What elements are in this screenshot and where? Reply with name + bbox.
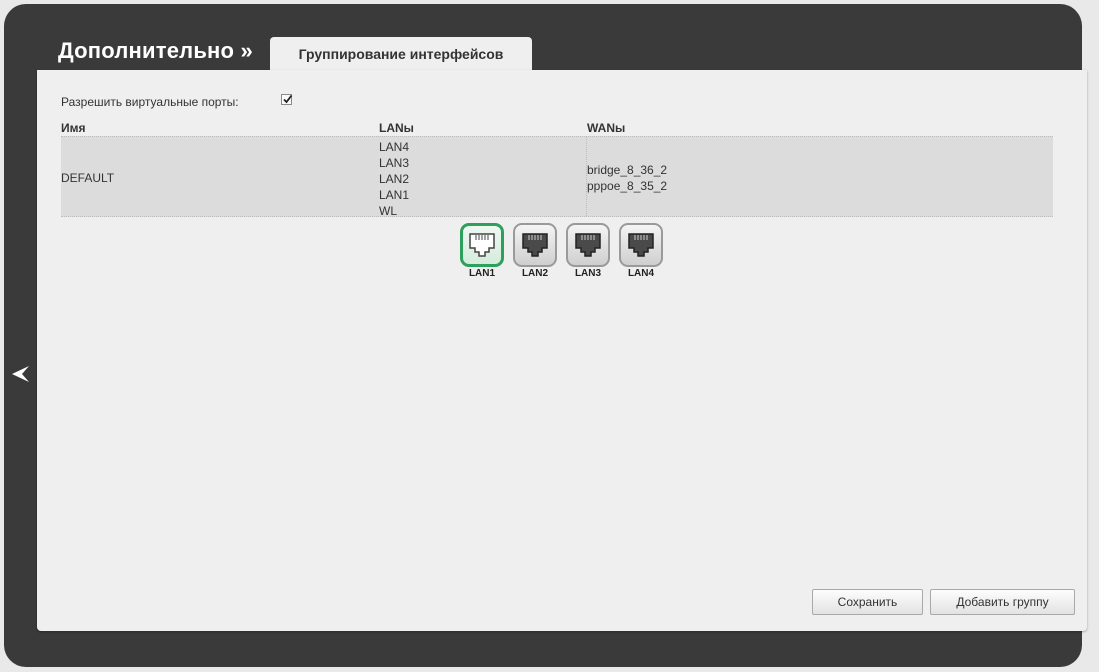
ethernet-port-icon [522, 233, 548, 257]
port-lan4[interactable]: LAN4 [617, 223, 670, 281]
table-row[interactable]: DEFAULT LAN4 LAN3 LAN2 LAN1 WL bridge_8_… [61, 136, 1053, 219]
table-header: Имя LANы WANы [61, 121, 1053, 136]
port-lan2[interactable]: LAN2 [511, 223, 564, 281]
ethernet-port-icon [469, 233, 495, 257]
save-button[interactable]: Сохранить [812, 589, 923, 615]
port-label: LAN3 [574, 268, 602, 279]
lan-item: LAN3 [379, 156, 410, 170]
port-lan1[interactable]: LAN1 [458, 223, 511, 281]
column-header-name: Имя [61, 121, 86, 135]
tab-interface-grouping[interactable]: Группирование интерфейсов [270, 37, 532, 70]
ethernet-port-icon [575, 233, 601, 257]
port-lan3[interactable]: LAN3 [564, 223, 617, 281]
ethernet-port-icon [628, 233, 654, 257]
lan-item: WL [379, 204, 397, 218]
add-group-button[interactable]: Добавить группу [930, 589, 1075, 615]
port-box [460, 223, 504, 267]
virtual-ports-label: Разрешить виртуальные порты: [61, 95, 239, 109]
section-title: Дополнительно » [58, 38, 253, 63]
lan-item: LAN2 [379, 172, 410, 186]
row-lans: LAN4 LAN3 LAN2 LAN1 WL [379, 139, 409, 219]
column-header-lans: LANы [379, 121, 414, 135]
lan-item: LAN4 [379, 140, 410, 154]
column-header-wans: WANы [587, 121, 626, 135]
back-arrow-icon[interactable] [10, 364, 30, 384]
checkmark-icon [283, 94, 293, 104]
wan-item: pppoe_8_35_2 [587, 179, 668, 193]
port-box [619, 223, 663, 267]
port-label: LAN1 [468, 268, 496, 279]
content-panel: Разрешить виртуальные порты: Имя LANы WA… [37, 70, 1087, 631]
port-label: LAN2 [521, 268, 549, 279]
virtual-ports-checkbox[interactable] [281, 94, 293, 105]
port-selector: LAN1 LAN2 LAN3 LAN4 [458, 223, 678, 283]
port-box [513, 223, 557, 267]
lan-item: LAN1 [379, 188, 410, 202]
row-wans: bridge_8_36_2 pppoe_8_35_2 [587, 162, 667, 194]
port-label: LAN4 [627, 268, 655, 279]
row-name: DEFAULT [61, 171, 115, 185]
wan-item: bridge_8_36_2 [587, 163, 668, 177]
port-box [566, 223, 610, 267]
